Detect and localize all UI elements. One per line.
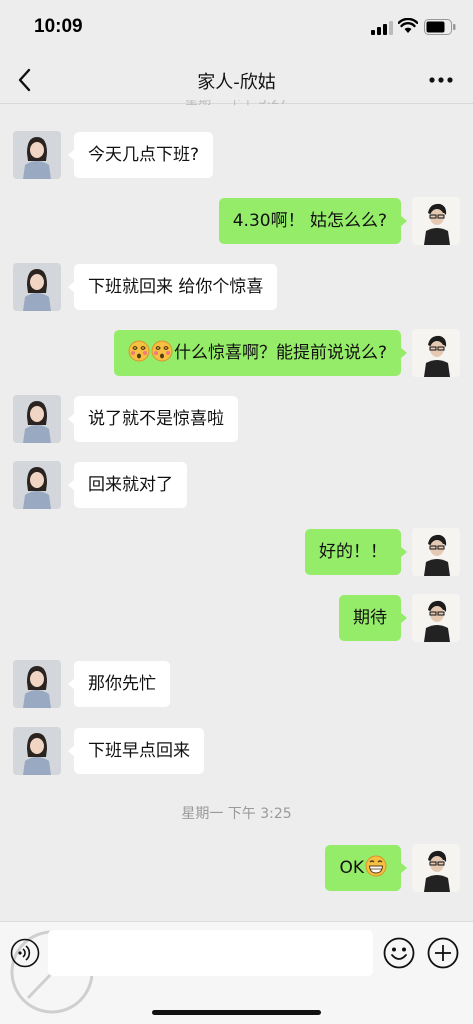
cellular-signal-icon <box>371 21 393 35</box>
message-bubble-received[interactable]: 下班早点回来 <box>68 728 204 774</box>
message-row-received: 今天几点下班? <box>0 131 473 179</box>
message-row-sent: 4.30啊！ 姑怎么么? <box>0 197 473 245</box>
message-bubble-received[interactable]: 那你先忙 <box>68 661 170 707</box>
chat-timestamp: 星期一 下午 3:25 <box>181 806 292 822</box>
contact-avatar[interactable] <box>13 727 61 775</box>
message-row-sent: 期待 <box>0 594 473 642</box>
dizzy-face-emoji-icon <box>128 340 150 362</box>
contact-avatar[interactable] <box>13 660 61 708</box>
woman-avatar-icon <box>13 461 61 509</box>
message-row-received: 那你先忙 <box>0 660 473 708</box>
battery-icon <box>424 19 456 35</box>
message-row-sent: OK <box>0 844 473 892</box>
emoji-picker-icon[interactable] <box>383 937 415 969</box>
message-row-received: 下班早点回来 <box>0 727 473 775</box>
message-row-sent: 好的！！ <box>0 528 473 576</box>
status-time: 10:09 <box>34 16 83 37</box>
message-bubble-received[interactable]: 今天几点下班? <box>67 132 214 178</box>
man-avatar-icon <box>412 329 460 377</box>
woman-avatar-icon <box>13 131 61 179</box>
message-input[interactable] <box>48 930 373 976</box>
dizzy-face-emoji-icon <box>151 340 173 362</box>
cutoff-timestamp: 星期一 下午 3:27 <box>185 100 288 108</box>
status-bar: 10:09 <box>0 0 473 56</box>
man-avatar-icon <box>412 594 460 642</box>
message-bubble-sent[interactable]: 什么惊喜啊？能提前说说么? <box>113 330 408 376</box>
chat-title: 家人-欣姑 <box>197 72 276 93</box>
woman-avatar-icon <box>13 727 61 775</box>
message-bubble-received[interactable]: 说了就不是惊喜啦 <box>68 396 238 442</box>
my-avatar[interactable] <box>412 844 460 892</box>
input-bar <box>0 921 473 1024</box>
home-indicator <box>152 1010 321 1015</box>
message-row-sent: 什么惊喜啊？能提前说说么? <box>0 329 473 377</box>
message-bubble-sent[interactable]: 好的！！ <box>305 529 407 575</box>
woman-avatar-icon <box>13 263 61 311</box>
message-text: OK <box>339 858 364 878</box>
message-bubble-sent[interactable]: 期待 <box>339 595 407 641</box>
message-text: 什么惊喜啊？能提前说说么? <box>173 343 387 363</box>
message-bubble-received[interactable]: 回来就对了 <box>68 462 187 508</box>
woman-avatar-icon <box>13 395 61 443</box>
message-row-received: 回来就对了 <box>0 461 473 509</box>
my-avatar[interactable] <box>412 528 460 576</box>
message-bubble-received[interactable]: 下班就回来 给你个惊喜 <box>67 264 278 310</box>
grinning-face-emoji-icon <box>365 855 387 877</box>
my-avatar[interactable] <box>412 329 460 377</box>
add-more-icon[interactable] <box>427 937 459 969</box>
contact-avatar[interactable] <box>13 461 61 509</box>
message-row-received: 说了就不是惊喜啦 <box>0 395 473 443</box>
message-bubble-sent[interactable]: OK <box>325 845 407 891</box>
man-avatar-icon <box>412 197 460 245</box>
my-avatar[interactable] <box>412 594 460 642</box>
message-bubble-sent[interactable]: 4.30啊！ 姑怎么么? <box>218 198 408 244</box>
contact-avatar[interactable] <box>13 263 61 311</box>
voice-input-icon[interactable] <box>10 938 40 968</box>
man-avatar-icon <box>412 528 460 576</box>
woman-avatar-icon <box>13 660 61 708</box>
wifi-icon <box>398 18 418 33</box>
contact-avatar[interactable] <box>13 395 61 443</box>
chat-header: 家人-欣姑 <box>0 56 473 104</box>
message-row-received: 下班就回来 给你个惊喜 <box>0 263 473 311</box>
more-options-icon[interactable] <box>428 74 454 86</box>
contact-avatar[interactable] <box>13 131 61 179</box>
man-avatar-icon <box>412 844 460 892</box>
my-avatar[interactable] <box>412 197 460 245</box>
